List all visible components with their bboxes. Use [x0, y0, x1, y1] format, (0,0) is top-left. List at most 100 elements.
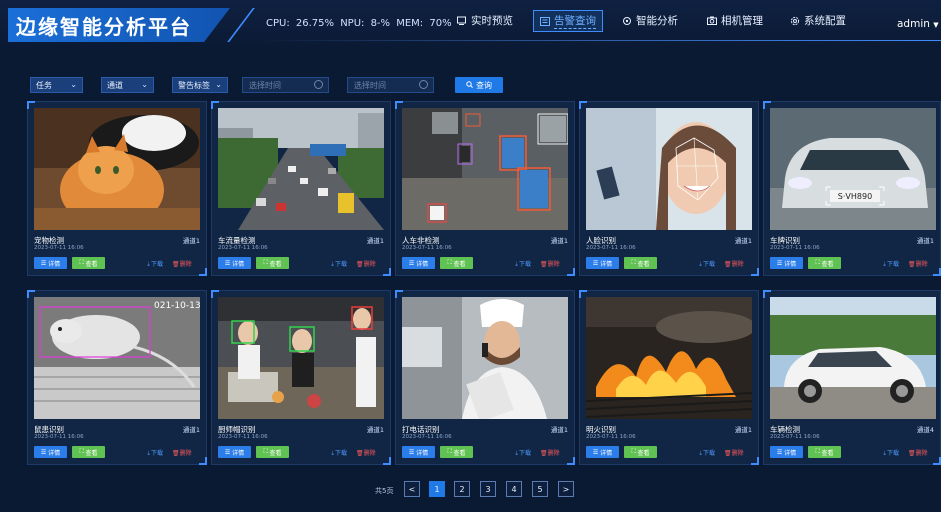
nav-smart-analysis[interactable]: 智能分析	[622, 13, 678, 28]
download-label: 下载	[335, 450, 348, 457]
detail-label: 详情	[600, 449, 613, 457]
search-icon	[466, 80, 473, 90]
pet-detection-image[interactable]	[34, 108, 200, 230]
vehicle-detection-image[interactable]	[770, 297, 936, 419]
page-button-1[interactable]: 1	[429, 481, 445, 497]
system-metrics: CPU: 26.75% NPU: 8-% MEM: 70%	[266, 18, 452, 29]
detail-button[interactable]: ☰ 详情	[586, 257, 619, 269]
phone-call-image[interactable]	[402, 297, 568, 419]
view-button[interactable]: ⛶ 查看	[256, 446, 289, 458]
delete-label: 删除	[915, 261, 928, 268]
view-button[interactable]: ⛶ 查看	[624, 446, 657, 458]
list-icon: ☰	[592, 448, 601, 456]
download-link[interactable]: ⇣下载	[146, 259, 163, 268]
delete-label: 删除	[915, 450, 928, 457]
traffic-flow-image[interactable]	[218, 108, 384, 230]
next-page-button[interactable]: >	[558, 481, 574, 497]
task-select[interactable]: 任务 ⌄	[30, 77, 83, 93]
view-button[interactable]: ⛶ 查看	[440, 446, 473, 458]
detail-button[interactable]: ☰ 详情	[770, 446, 803, 458]
view-label: 查看	[453, 449, 466, 457]
download-link[interactable]: ⇣下载	[698, 259, 715, 268]
view-button[interactable]: ⛶ 查看	[72, 446, 105, 458]
select-value: 警告标签	[178, 80, 210, 90]
chevron-down-icon: ⌄	[215, 80, 222, 89]
download-link[interactable]: ⇣下载	[882, 259, 899, 268]
view-button[interactable]: ⛶ 查看	[808, 257, 841, 269]
page-button-4[interactable]: 4	[506, 481, 522, 497]
download-link[interactable]: ⇣下载	[514, 448, 531, 457]
view-button[interactable]: ⛶ 查看	[808, 446, 841, 458]
view-label: 查看	[453, 260, 466, 268]
delete-link[interactable]: 🗑删除	[172, 448, 192, 457]
prev-page-button[interactable]: <	[404, 481, 420, 497]
license-plate-image[interactable]: S·VH890	[770, 108, 936, 230]
user-menu[interactable]: admin ▼	[897, 18, 939, 30]
card-date: 2023-07-11 16:06	[770, 245, 820, 251]
nav-live-preview[interactable]: 实时预览	[457, 13, 513, 28]
delete-link[interactable]: 🗑删除	[356, 259, 376, 268]
start-time-placeholder: 选择时间	[249, 80, 281, 90]
download-link[interactable]: ⇣下载	[146, 448, 163, 457]
delete-label: 删除	[547, 261, 560, 268]
open-flame-image[interactable]	[586, 297, 752, 419]
end-time-input[interactable]: 选择时间	[347, 77, 434, 93]
list-icon: ☰	[40, 259, 49, 267]
app-title: 边缘智能分析平台	[16, 14, 192, 39]
detail-button[interactable]: ☰ 详情	[770, 257, 803, 269]
channel-select[interactable]: 通道 ⌄	[101, 77, 154, 93]
delete-link[interactable]: 🗑删除	[356, 448, 376, 457]
delete-link[interactable]: 🗑删除	[724, 259, 744, 268]
start-time-input[interactable]: 选择时间	[242, 77, 329, 93]
alarm-tag-select[interactable]: 警告标签 ⌄	[172, 77, 228, 93]
query-label: 查询	[476, 80, 492, 90]
nav-alarm-query[interactable]: 告警查询	[533, 10, 603, 32]
view-label: 查看	[637, 260, 650, 268]
detail-label: 详情	[48, 260, 61, 268]
detail-button[interactable]: ☰ 详情	[402, 446, 435, 458]
query-button[interactable]: 查询	[455, 77, 503, 93]
download-link[interactable]: ⇣下载	[330, 259, 347, 268]
download-link[interactable]: ⇣下载	[698, 448, 715, 457]
page-total: 共5页	[375, 487, 394, 495]
detail-button[interactable]: ☰ 详情	[34, 446, 67, 458]
face-recognition-image[interactable]	[586, 108, 752, 230]
nav-camera-management[interactable]: 相机管理	[707, 13, 763, 28]
rat-detection-image[interactable]: 021-10-13	[34, 297, 200, 419]
nav-system-config[interactable]: 系统配置	[790, 13, 846, 28]
detail-button[interactable]: ☰ 详情	[218, 446, 251, 458]
list-icon: ☰	[776, 448, 785, 456]
detail-button[interactable]: ☰ 详情	[218, 257, 251, 269]
list-icon: ☰	[224, 259, 233, 267]
delete-link[interactable]: 🗑删除	[908, 448, 928, 457]
live-preview-icon	[457, 16, 467, 25]
delete-link[interactable]: 🗑删除	[172, 259, 192, 268]
delete-link[interactable]: 🗑删除	[540, 448, 560, 457]
view-button[interactable]: ⛶ 查看	[624, 257, 657, 269]
chef-hat-image[interactable]	[218, 297, 384, 419]
delete-link[interactable]: 🗑删除	[908, 259, 928, 268]
view-button[interactable]: ⛶ 查看	[440, 257, 473, 269]
person-vehicle-image[interactable]	[402, 108, 568, 230]
page-number: 5	[537, 484, 543, 494]
detail-button[interactable]: ☰ 详情	[34, 257, 67, 269]
alarm-query-icon	[540, 16, 550, 26]
view-label: 查看	[269, 449, 282, 457]
card-date: 2023-07-11 16:06	[402, 245, 452, 251]
view-label: 查看	[85, 449, 98, 457]
page-button-3[interactable]: 3	[480, 481, 496, 497]
detail-button[interactable]: ☰ 详情	[402, 257, 435, 269]
download-link[interactable]: ⇣下载	[330, 448, 347, 457]
view-button[interactable]: ⛶ 查看	[72, 257, 105, 269]
page-button-5[interactable]: 5	[532, 481, 548, 497]
download-link[interactable]: ⇣下载	[882, 448, 899, 457]
select-value: 通道	[107, 80, 123, 90]
download-link[interactable]: ⇣下载	[514, 259, 531, 268]
card-date: 2023-07-11 16:06	[218, 245, 268, 251]
delete-link[interactable]: 🗑删除	[540, 259, 560, 268]
view-button[interactable]: ⛶ 查看	[256, 257, 289, 269]
view-label: 查看	[821, 449, 834, 457]
page-button-2[interactable]: 2	[454, 481, 470, 497]
detail-button[interactable]: ☰ 详情	[586, 446, 619, 458]
delete-link[interactable]: 🗑删除	[724, 448, 744, 457]
